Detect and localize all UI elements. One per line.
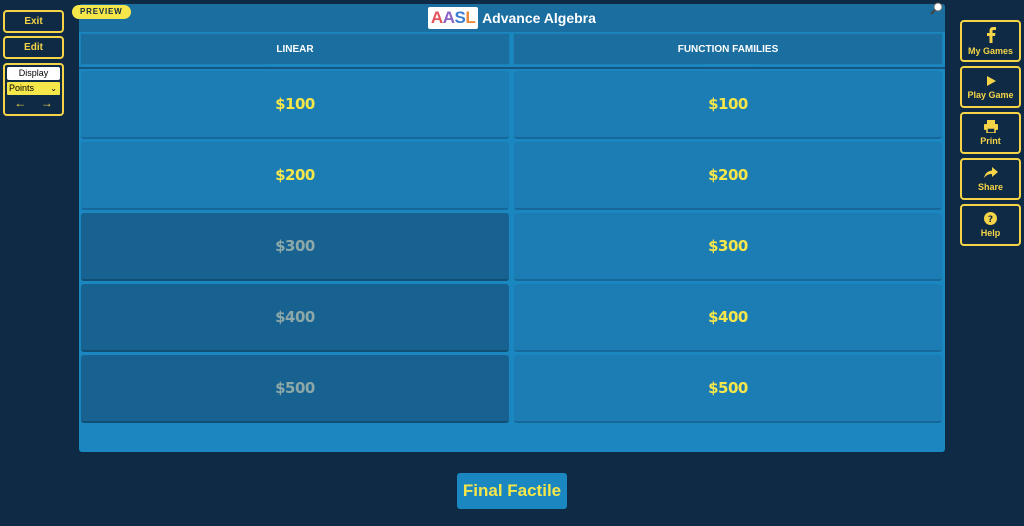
share-button[interactable]: Share [960,158,1021,200]
chevron-down-icon: ⌄ [50,84,57,93]
preview-badge: PREVIEW [72,5,131,19]
my-games-label: My Games [967,45,1014,56]
clue-cell-used[interactable]: $400 [81,284,509,352]
game-board: AASL Advance Algebra PREVIEW LINEAR FUNC… [72,2,945,452]
arrow-left-icon[interactable]: ← [14,96,26,110]
board-header: AASL Advance Algebra [79,4,945,32]
category-header-function-families: FUNCTION FAMILIES [513,33,943,65]
board-title: Advance Algebra [482,10,596,26]
clue-cell-used[interactable]: $300 [81,213,509,281]
my-games-button[interactable]: My Games [960,20,1021,62]
play-icon [986,75,996,86]
print-button[interactable]: Print [960,112,1021,154]
header-divider [79,67,945,69]
aasl-logo: AASL [428,7,479,29]
help-label: Help [980,228,1001,238]
facebook-icon [986,26,996,43]
display-mode-value: Points [9,83,35,93]
clue-cell[interactable]: $300 [514,213,942,281]
clue-cell[interactable]: $100 [81,71,509,139]
print-icon [983,120,998,133]
category-header-linear: LINEAR [80,33,510,65]
clue-cell[interactable]: $400 [514,284,942,352]
help-button[interactable]: ? Help [960,204,1021,246]
print-label: Print [980,136,1001,146]
display-label: Display [7,67,60,80]
clue-cell-used[interactable]: $500 [81,355,509,423]
help-icon: ? [984,212,997,225]
clue-cell[interactable]: $200 [81,142,509,210]
edit-button[interactable]: Edit [3,36,64,59]
share-label: Share [977,181,1003,192]
clue-cell[interactable]: $200 [514,142,942,210]
display-control: Display Points ⌄ ← → [3,63,64,116]
arrow-right-icon[interactable]: → [41,96,53,110]
play-game-label: Play Game [967,89,1014,100]
play-game-button[interactable]: Play Game [960,66,1021,108]
clue-cell[interactable]: $500 [514,355,942,423]
pin-icon [930,2,943,15]
clue-cell[interactable]: $100 [514,71,942,139]
display-mode-select[interactable]: Points ⌄ [7,82,60,95]
svg-text:?: ? [988,215,993,225]
final-factile-button[interactable]: Final Factile [457,473,567,509]
share-icon [983,166,998,178]
exit-button[interactable]: Exit [3,10,64,33]
